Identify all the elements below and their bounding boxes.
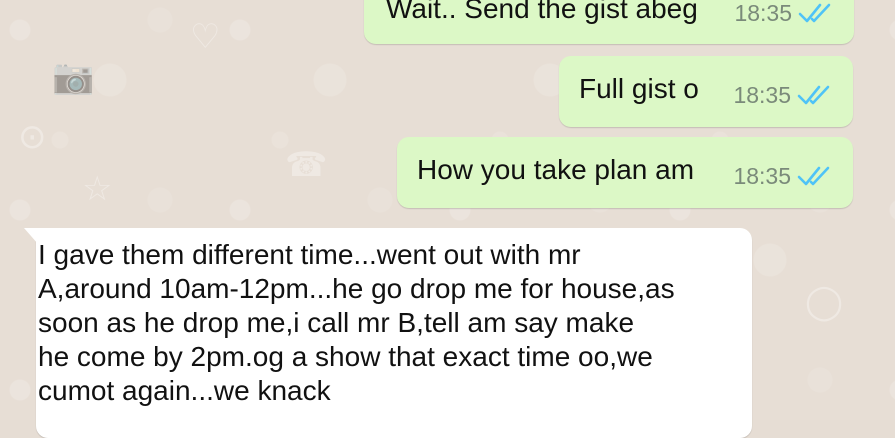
message-bubble-outgoing-1[interactable]: Wait.. Send the gist abeg 18:35 — [364, 0, 854, 44]
message-time: 18:35 — [733, 162, 791, 189]
compass-icon: ⊙ — [18, 117, 47, 157]
star-icon: ☆ — [82, 169, 113, 209]
heart-icon: ♡ — [190, 17, 221, 57]
message-text: How you take plan am — [417, 154, 695, 185]
message-time: 18:35 — [734, 0, 792, 26]
double-check-icon — [797, 166, 830, 186]
message-bubble-outgoing-3[interactable]: How you take plan am 18:35 — [397, 137, 853, 208]
message-meta: 18:35 — [733, 83, 835, 107]
message-line: cumot again...we knack — [38, 375, 331, 406]
double-check-icon — [797, 85, 830, 105]
camera-icon: 📷 — [52, 57, 95, 97]
message-text: Full gist o — [579, 73, 699, 104]
message-meta: 18:35 — [734, 1, 836, 25]
message-text: Wait.. Send the gist abeg — [386, 0, 698, 24]
person-icon: ◯ — [805, 282, 844, 322]
message-line: soon as he drop me,i call mr B,tell am s… — [38, 307, 635, 338]
message-bubble-outgoing-2[interactable]: Full gist o 18:35 — [559, 56, 853, 127]
message-meta: 18:35 — [733, 164, 835, 188]
message-line: A,around 10am-12pm...he go drop me for h… — [38, 273, 675, 304]
message-line: he come by 2pm.og a show that exact time… — [38, 341, 653, 372]
message-time: 18:35 — [733, 81, 791, 108]
phone-icon: ☎ — [285, 145, 328, 185]
incoming-message-text: I gave them different time...went out wi… — [38, 238, 738, 408]
message-line: I gave them different time...went out wi… — [38, 239, 581, 270]
incoming-bubble-tail — [24, 228, 38, 244]
double-check-icon — [798, 3, 831, 23]
